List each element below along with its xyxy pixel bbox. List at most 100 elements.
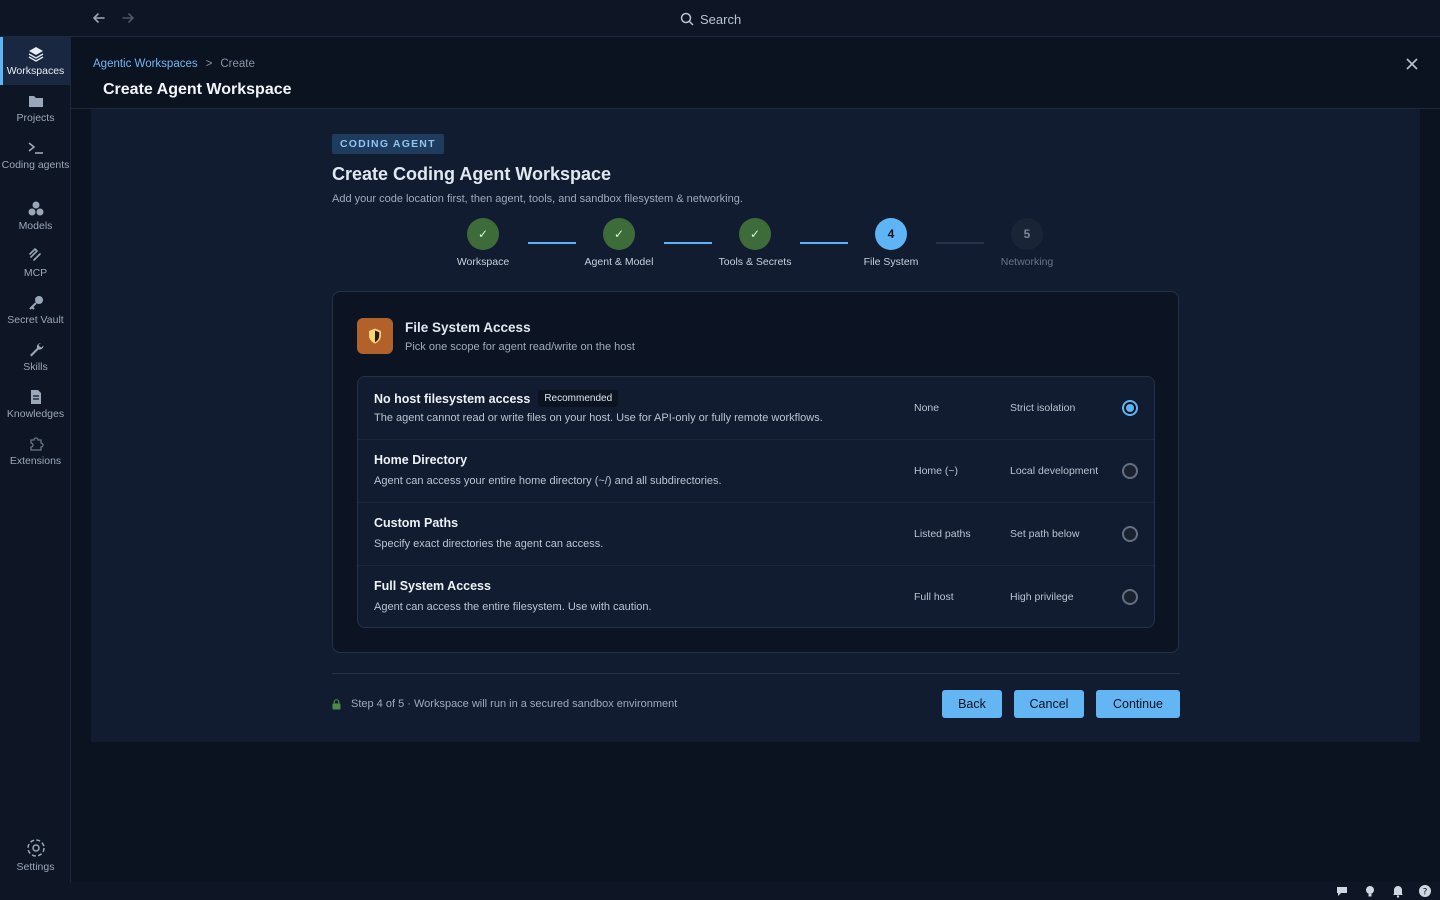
card-subtitle: Pick one scope for agent read/write on t… [405,341,635,353]
search-icon [680,12,694,26]
check-icon: ✓ [603,218,635,250]
radio-full-system[interactable] [1122,589,1138,605]
sidebar-item-skills[interactable]: Skills [0,341,71,374]
breadcrumb-link[interactable]: Agentic Workspaces [93,58,198,70]
step-agent-model[interactable]: ✓ Agent & Model [564,218,674,268]
option-no-access[interactable]: No host filesystem access Recommended Th… [358,377,1154,440]
step-label: File System [863,256,919,268]
svg-text:?: ? [1423,888,1428,898]
terminal-icon [28,142,43,154]
document-icon [30,390,41,404]
option-title: Custom Paths [374,516,459,530]
sidebar-item-label: Extensions [9,455,62,467]
option-scope: Home (~) [914,465,959,477]
search-button[interactable]: Search [680,9,741,29]
main-panel: CODING AGENT Create Coding Agent Workspa… [91,109,1420,742]
breadcrumb: Agentic Workspaces > Create [93,58,255,70]
sidebar-item-models[interactable]: Models [0,200,71,233]
file-system-card: File System Access Pick one scope for ag… [332,291,1179,653]
search-label: Search [700,11,742,27]
lock-icon [332,698,341,709]
gear-icon [26,839,45,857]
sidebar-item-label: MCP [23,267,48,279]
sidebar-item-projects[interactable]: Projects [0,92,71,125]
folder-icon [28,96,43,107]
sidebar-item-workspaces[interactable]: Workspaces [0,37,71,85]
option-note: High privilege [1010,591,1074,603]
option-title: Home Directory [374,453,468,467]
option-title: No host filesystem access [374,391,531,406]
step-tools-secrets[interactable]: ✓ Tools & Secrets [700,218,810,268]
check-icon: ✓ [467,218,499,250]
cubes-icon [28,201,43,216]
mcp-icon [28,247,41,261]
sidebar-item-label: Models [18,220,53,232]
step-networking[interactable]: 5 Networking [972,218,1082,268]
option-title: Full System Access [374,579,491,593]
bell-icon[interactable] [1391,884,1405,898]
check-icon: ✓ [739,218,771,250]
sidebar-item-label: Settings [16,861,55,873]
option-title-row: No host filesystem access Recommended [374,390,619,407]
option-scope: Listed paths [914,528,971,540]
step-label: Tools & Secrets [718,256,792,268]
footer-divider [332,673,1180,674]
sidebar-item-label: Projects [16,112,55,124]
sidebar-item-label: Knowledges [6,408,65,420]
form-title: Create Coding Agent Workspace [332,164,612,184]
form-subtitle: Add your code location first, then agent… [332,193,743,205]
option-note: Set path below [1010,528,1080,540]
sidebar-item-extensions[interactable]: Extensions [0,435,71,468]
radio-home-directory[interactable] [1122,463,1138,479]
option-home-directory[interactable]: Home Directory Agent can access your ent… [358,440,1154,503]
option-full-system[interactable]: Full System Access Agent can access the … [358,566,1154,627]
puzzle-icon [29,437,44,451]
key-icon [28,296,43,310]
continue-button[interactable]: Continue [1096,690,1180,718]
option-scope: None [914,402,940,414]
sidebar: Workspaces Projects Coding agents Models… [0,37,71,882]
option-description: The agent cannot read or write files on … [374,412,823,424]
sidebar-item-secret-vault[interactable]: Secret Vault [0,294,71,327]
option-custom-paths[interactable]: Custom Paths Specify exact directories t… [358,503,1154,566]
top-bar: Search [0,0,1440,37]
layers-icon [28,47,43,62]
agent-type-badge: CODING AGENT [332,134,444,154]
close-icon[interactable] [1404,56,1420,72]
recommended-badge: Recommended [538,390,619,407]
sidebar-item-mcp[interactable]: MCP [0,247,71,280]
step-label: Workspace [456,256,510,268]
access-options: No host filesystem access Recommended Th… [357,376,1155,628]
step-file-system[interactable]: 4 File System [836,218,946,268]
cancel-button[interactable]: Cancel [1014,690,1084,718]
status-bar: ? [0,882,1440,900]
sidebar-item-coding-agents[interactable]: Coding agents [0,139,71,172]
step-label: Networking [1000,256,1054,268]
arrow-right-icon[interactable] [119,9,137,27]
option-description: Agent can access your entire home direct… [374,475,722,487]
page-header: Agentic Workspaces > Create Create Agent… [71,37,1440,109]
arrow-left-icon[interactable] [90,9,108,27]
page-title: Create Agent Workspace [103,81,292,98]
option-scope: Full host [914,591,954,603]
footer-note-text: Step 4 of 5 · Workspace will run in a se… [351,698,678,710]
lightbulb-icon[interactable] [1363,884,1377,898]
option-description: Specify exact directories the agent can … [374,538,604,550]
help-icon[interactable]: ? [1418,884,1432,898]
shield-icon [357,318,393,354]
sidebar-item-label: Skills [23,361,48,373]
sidebar-item-knowledges[interactable]: Knowledges [0,388,71,421]
sidebar-item-label: Secret Vault [7,314,64,326]
back-button[interactable]: Back [942,690,1002,718]
sidebar-item-settings[interactable]: Settings [0,837,71,874]
radio-custom-paths[interactable] [1122,526,1138,542]
chat-icon[interactable] [1335,884,1349,898]
radio-no-access[interactable] [1122,400,1138,416]
sidebar-item-label: Workspaces [6,65,65,77]
footer-note: Step 4 of 5 · Workspace will run in a se… [332,698,677,710]
breadcrumb-separator: > [205,58,213,70]
step-workspace[interactable]: ✓ Workspace [428,218,538,268]
option-note: Local development [1010,465,1099,477]
breadcrumb-current: Create [220,58,255,70]
step-number: 4 [875,218,907,250]
